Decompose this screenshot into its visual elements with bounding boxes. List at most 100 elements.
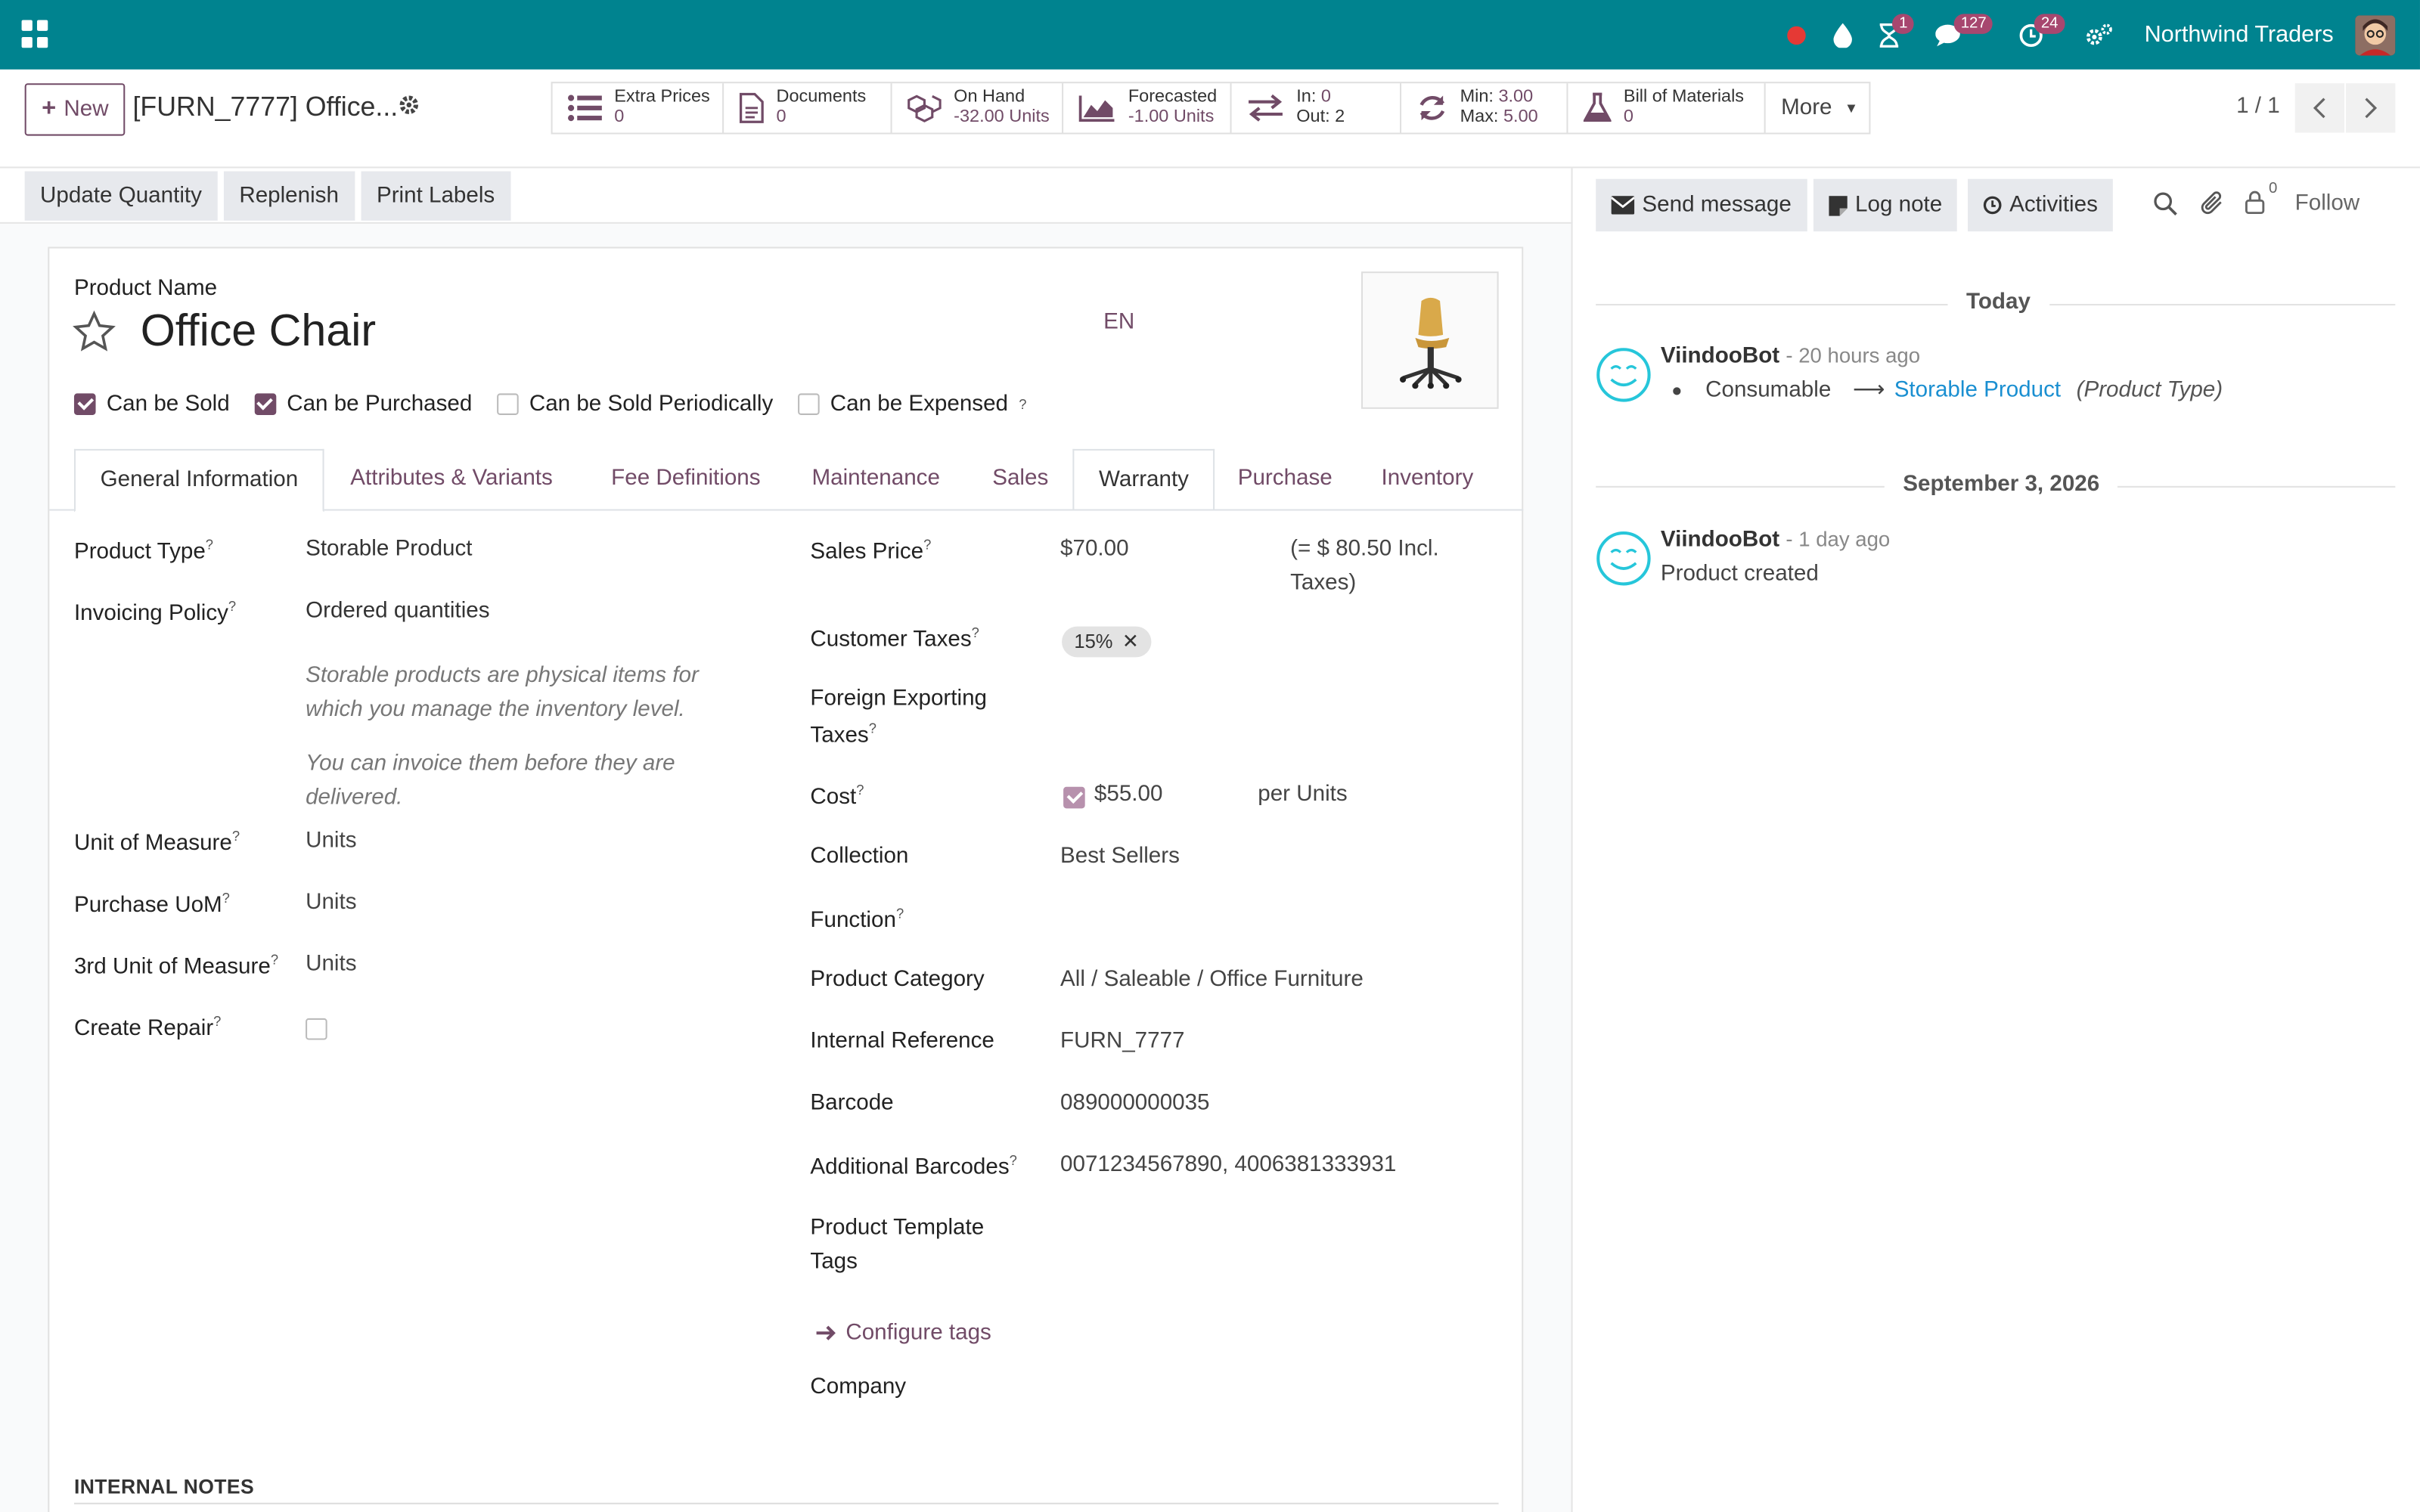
documents-button[interactable]: Documents 0 <box>724 83 892 133</box>
print-labels-button[interactable]: Print Labels <box>361 171 510 221</box>
can-be-purchased-checkbox[interactable]: Can be Purchased <box>254 392 472 417</box>
remove-tag-icon[interactable]: ✕ <box>1122 630 1139 655</box>
tab-sales[interactable]: Sales <box>968 449 1073 511</box>
plus-icon: + <box>42 95 57 122</box>
envelope-icon <box>1611 196 1635 215</box>
tab-warranty[interactable]: Warranty <box>1072 448 1215 511</box>
more-smart-buttons[interactable]: More ▼ <box>1766 83 1869 132</box>
long-arrow-right-icon: ⟶ <box>1852 377 1885 403</box>
foreign-taxes-label-1: Foreign Exporting <box>810 686 987 711</box>
in-out-button[interactable]: In: 0 Out: 2 <box>1232 83 1402 133</box>
invoicing-policy-select[interactable]: Ordered quantities <box>306 599 489 624</box>
forecasted-button[interactable]: Forecasted -1.00 Units <box>1063 83 1232 133</box>
settings-button[interactable] <box>2077 0 2123 70</box>
invoicing-policy-label: Invoicing Policy? <box>73 598 237 627</box>
replenish-button[interactable]: Replenish <box>223 171 355 221</box>
cubes-icon <box>908 94 942 122</box>
date-separator-label: September 3, 2026 <box>1884 472 2118 497</box>
help-tooltip-icon[interactable]: ? <box>1019 396 1026 411</box>
internal-notes-heading: INTERNAL NOTES <box>73 1475 255 1498</box>
on-hand-button[interactable]: On Hand -32.00 Units <box>892 83 1064 133</box>
bot-avatar-icon <box>1596 531 1651 586</box>
create-repair-label: Create Repair? <box>73 1013 222 1042</box>
cost-input[interactable]: $55.00 <box>1094 782 1163 807</box>
tab-general-information[interactable]: General Information <box>73 448 324 513</box>
bill-of-materials-button[interactable]: Bill of Materials 0 <box>1568 83 1766 133</box>
create-repair-checkbox[interactable] <box>306 1018 327 1040</box>
extra-prices-button[interactable]: Extra Prices 0 <box>553 83 724 133</box>
recording-indicator[interactable] <box>1774 0 1820 70</box>
messages-button[interactable]: 127 <box>1928 0 1993 70</box>
collection-field[interactable]: Best Sellers <box>1060 844 1180 869</box>
company-switcher[interactable]: Northwind Traders <box>2145 22 2334 48</box>
record-actions-gear-icon[interactable] <box>399 94 420 122</box>
barcode-label: Barcode <box>810 1090 894 1116</box>
can-be-expensed-checkbox[interactable]: Can be Expensed? <box>797 392 1027 417</box>
category-field[interactable]: All / Saleable / Office Furniture <box>1060 968 1364 993</box>
cost-checkbox[interactable] <box>1063 786 1085 809</box>
clock-button[interactable]: 24 <box>2009 0 2065 70</box>
chevron-left-icon <box>2313 98 2325 119</box>
favorite-star-icon[interactable] <box>73 310 116 359</box>
note-icon <box>1829 195 1848 215</box>
foreign-taxes-label-2: Taxes? <box>810 720 876 748</box>
bot-avatar-icon <box>1596 348 1651 402</box>
tags-label-1: Product Template <box>810 1216 985 1241</box>
collection-label: Collection <box>810 844 909 869</box>
product-type-help-2: You can invoice them before they are del… <box>306 751 675 810</box>
third-uom-field[interactable]: Units <box>306 952 356 977</box>
customer-tax-tag[interactable]: 15% ✕ <box>1062 626 1152 658</box>
new-record-button[interactable]: + New <box>24 83 126 136</box>
additional-barcodes-field[interactable]: 0071234567890, 4006381333931 <box>1060 1152 1396 1177</box>
search-icon[interactable] <box>2153 191 2178 222</box>
message-body: Product created <box>1660 561 1819 587</box>
followers-lock-button[interactable]: 0 <box>2244 181 2277 221</box>
purchase-uom-field[interactable]: Units <box>306 891 356 916</box>
user-avatar[interactable] <box>2355 14 2396 55</box>
clock-badge: 24 <box>2034 14 2065 34</box>
drop-icon[interactable] <box>1820 0 1866 70</box>
tab-maintenance[interactable]: Maintenance <box>787 449 965 511</box>
refresh-icon <box>1419 95 1445 121</box>
lock-icon <box>2245 191 2265 215</box>
tracking-change: Consumable ⟶ Storable Product (Product T… <box>1673 378 2223 403</box>
product-type-select[interactable]: Storable Product <box>306 537 472 562</box>
apps-menu-icon[interactable] <box>21 20 50 48</box>
pager-next-button[interactable] <box>2346 83 2396 133</box>
activities-button[interactable]: Activities <box>1968 178 2114 232</box>
product-name-label: Product Name <box>73 276 218 301</box>
tab-attributes-variants[interactable]: Attributes & Variants <box>326 449 578 511</box>
internal-ref-input[interactable]: FURN_7777 <box>1060 1029 1184 1054</box>
update-quantity-button[interactable]: Update Quantity <box>24 171 218 221</box>
chatter-panel: Send message Log note Activities 0 Follo… <box>1574 168 2420 1512</box>
pager-value[interactable]: 1 / 1 <box>2236 94 2280 119</box>
follow-button[interactable]: Follow <box>2295 191 2360 216</box>
paperclip-icon[interactable] <box>2201 191 2226 222</box>
date-separator-label: Today <box>1947 290 2049 315</box>
min-max-button[interactable]: Min: 3.00 Max: 5.00 <box>1401 83 1568 133</box>
tab-fee-definitions[interactable]: Fee Definitions <box>587 449 786 511</box>
sales-price-label: Sales Price? <box>810 537 932 565</box>
uom-field[interactable]: Units <box>306 829 356 854</box>
message-author[interactable]: ViindooBot - 20 hours ago <box>1661 344 1920 369</box>
internal-ref-label: Internal Reference <box>810 1029 994 1054</box>
send-message-button[interactable]: Send message <box>1596 178 1807 232</box>
message-author[interactable]: ViindooBot - 1 day ago <box>1661 528 1890 553</box>
activity-hourglass-button[interactable]: 1 <box>1866 0 1914 70</box>
can-be-sold-periodically-checkbox[interactable]: Can be Sold Periodically <box>496 392 773 417</box>
sales-price-input[interactable]: $70.00 <box>1060 537 1129 562</box>
can-be-sold-checkbox[interactable]: Can be Sold <box>73 392 230 417</box>
pager-previous-button[interactable] <box>2294 83 2344 133</box>
translate-lang-button[interactable]: EN <box>1103 310 1134 335</box>
control-panel: + New [FURN_7777] Office... Extra Prices… <box>0 70 2420 169</box>
tab-inventory[interactable]: Inventory <box>1357 449 1498 511</box>
flask-icon <box>1583 92 1612 122</box>
product-image[interactable] <box>1360 271 1499 409</box>
form-area: Product Name Office Chair EN Can be Sold… <box>0 223 1573 1512</box>
log-note-button[interactable]: Log note <box>1813 178 1958 232</box>
barcode-input[interactable]: 089000000035 <box>1060 1091 1210 1116</box>
tab-purchase[interactable]: Purchase <box>1213 449 1357 511</box>
additional-barcodes-label: Additional Barcodes? <box>810 1152 1017 1180</box>
configure-tags-link[interactable]: Configure tags <box>815 1321 991 1346</box>
product-name-input[interactable]: Office Chair <box>141 307 376 358</box>
